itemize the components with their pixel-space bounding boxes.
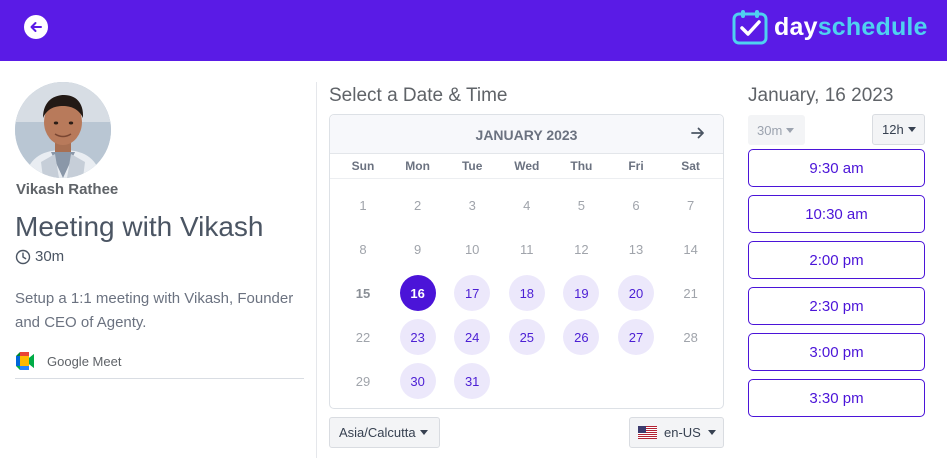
weekday-sun: Sun xyxy=(351,159,375,173)
day-11: 11 xyxy=(520,241,534,257)
divider xyxy=(15,378,304,379)
day-5: 5 xyxy=(577,197,585,213)
clock-icon xyxy=(15,249,31,264)
weekday-row: Sun Mon Tue Wed Thu Fri Sat xyxy=(330,155,723,179)
next-month-button[interactable] xyxy=(690,125,706,146)
day-27[interactable]: 27 xyxy=(618,319,654,355)
duration-select[interactable]: 30m xyxy=(748,115,805,145)
time-format-label: 12h xyxy=(882,122,904,137)
day-25[interactable]: 25 xyxy=(508,319,545,355)
meeting-title: Meeting with Vikash xyxy=(15,211,264,242)
selected-date-heading: January, 16 2023 xyxy=(748,85,894,106)
caret-down-icon xyxy=(786,127,795,133)
day-23[interactable]: 23 xyxy=(399,319,436,355)
time-slot-button[interactable]: 3:30 pm xyxy=(748,379,925,417)
weekday-tue: Tue xyxy=(461,159,483,173)
caret-down-icon xyxy=(907,127,916,132)
meeting-description: Setup a 1:1 meeting with Vikash, Founder… xyxy=(15,290,294,331)
day-14: 14 xyxy=(683,241,698,257)
back-button[interactable] xyxy=(24,15,48,39)
logo-text: dayschedule xyxy=(774,13,928,42)
time-slot-button[interactable]: 3:00 pm xyxy=(748,333,925,371)
arrow-left-icon xyxy=(30,22,42,32)
locale-label: en-US xyxy=(664,425,701,440)
caret-down-icon xyxy=(419,430,428,435)
day-17[interactable]: 17 xyxy=(454,275,491,311)
day-2: 2 xyxy=(413,197,422,213)
day-31[interactable]: 31 xyxy=(454,363,491,399)
day-6: 6 xyxy=(632,197,640,213)
day-1: 1 xyxy=(359,197,367,213)
day-21: 21 xyxy=(683,285,698,301)
day-29: 29 xyxy=(355,373,371,389)
day-7: 7 xyxy=(686,197,695,213)
weekday-fri: Fri xyxy=(628,159,644,173)
weekday-wed: Wed xyxy=(514,159,540,173)
time-format-select[interactable]: 12h xyxy=(872,114,925,145)
duration-select-label: 30m xyxy=(757,122,783,138)
duration-label: 30m xyxy=(35,248,65,265)
meeting-duration: 30m xyxy=(15,248,64,265)
day-19[interactable]: 19 xyxy=(563,275,600,311)
timezone-label: Asia/Calcutta xyxy=(339,425,416,440)
location-label: Google Meet xyxy=(47,353,122,369)
calendar-heading: Select a Date & Time xyxy=(329,85,508,106)
day-22: 22 xyxy=(355,329,371,345)
day-13: 13 xyxy=(628,241,644,257)
day-9: 9 xyxy=(413,241,422,257)
day-3: 3 xyxy=(468,197,476,213)
day-10: 10 xyxy=(464,241,480,257)
day-30[interactable]: 30 xyxy=(399,363,436,399)
column-divider xyxy=(316,82,317,458)
host-name: Vikash Rathee xyxy=(16,181,119,198)
day-15: 15 xyxy=(355,285,371,301)
time-slot-button[interactable]: 9:30 am xyxy=(748,149,925,187)
timezone-select[interactable]: Asia/Calcutta xyxy=(329,417,440,448)
calendar-header: JANUARY 2023 xyxy=(330,115,723,154)
day-4: 4 xyxy=(523,197,531,213)
day-20[interactable]: 20 xyxy=(618,275,654,311)
month-label: JANUARY 2023 xyxy=(475,127,578,143)
day-16[interactable]: 16 xyxy=(399,275,436,311)
day-26[interactable]: 26 xyxy=(563,319,600,355)
avatar xyxy=(15,82,111,178)
profile-photo xyxy=(15,82,111,178)
calendar-check-icon xyxy=(732,10,768,45)
caret-down-icon xyxy=(707,430,716,435)
google-meet-icon xyxy=(16,352,34,370)
calendar: JANUARY 2023 Sun Mon Tue Wed Thu Fri Sat 12345… xyxy=(329,114,724,409)
us-flag-icon xyxy=(638,426,657,439)
day-28: 28 xyxy=(683,329,698,345)
weekday-sat: Sat xyxy=(681,159,700,173)
day-12: 12 xyxy=(574,241,589,257)
top-bar: dayschedule xyxy=(0,0,947,61)
logo[interactable]: dayschedule xyxy=(732,9,928,45)
day-18[interactable]: 18 xyxy=(508,275,545,311)
logo-text-schedule: schedule xyxy=(817,12,928,41)
logo-text-day: day xyxy=(774,12,818,41)
locale-select[interactable]: en-US xyxy=(629,417,724,448)
day-24[interactable]: 24 xyxy=(454,319,491,355)
time-slot-button[interactable]: 10:30 am xyxy=(748,195,925,233)
arrow-right-icon xyxy=(691,127,704,139)
meeting-location: Google Meet xyxy=(16,352,121,370)
time-slot-button[interactable]: 2:00 pm xyxy=(748,241,925,279)
day-8: 8 xyxy=(359,241,367,257)
weekday-thu: Thu xyxy=(570,159,593,173)
weekday-mon: Mon xyxy=(405,159,430,173)
time-slot-button[interactable]: 2:30 pm xyxy=(748,287,925,325)
